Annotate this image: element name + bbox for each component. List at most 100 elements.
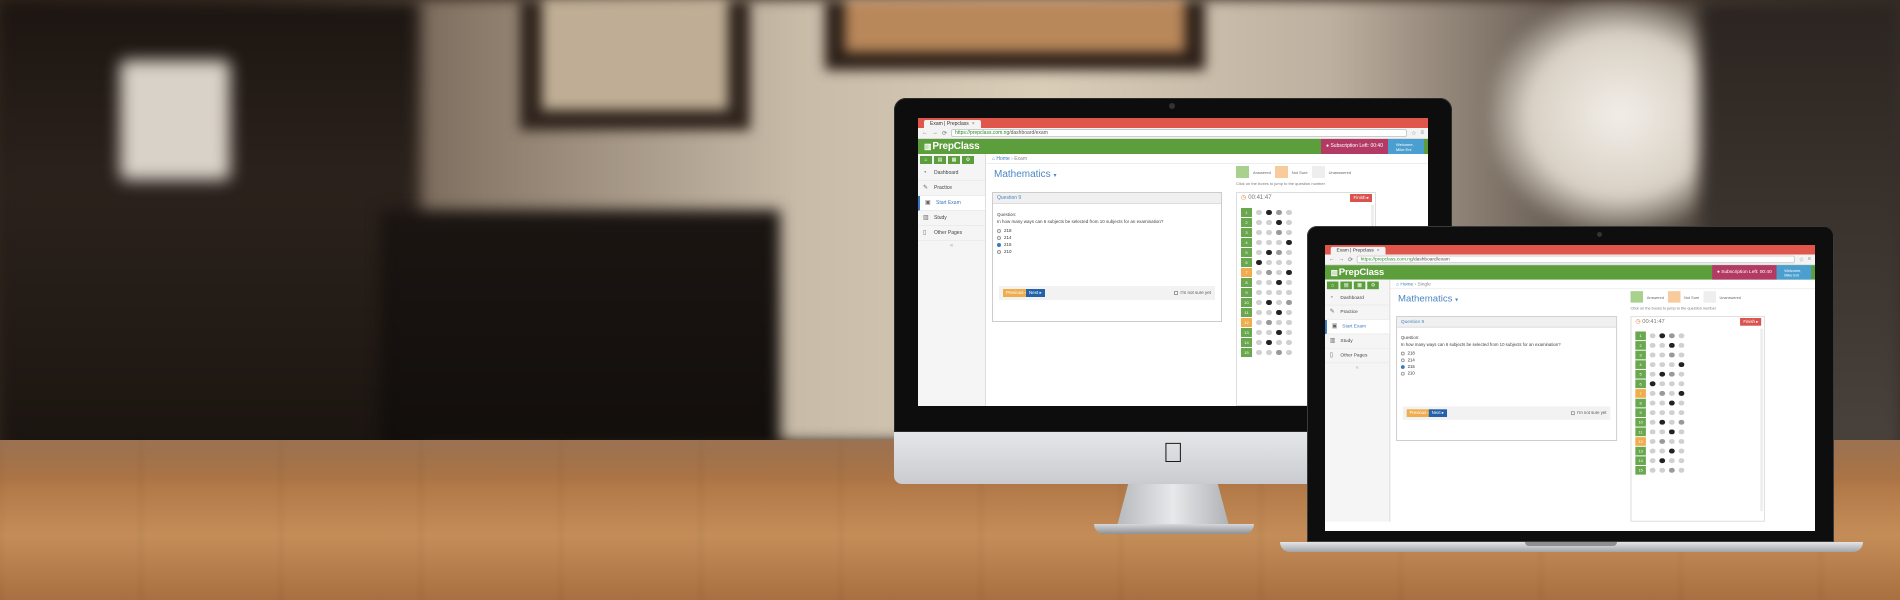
answer-choice-dot[interactable]: [1668, 448, 1675, 454]
answer-choice-dot[interactable]: [1659, 380, 1666, 386]
question-number-button[interactable]: 15: [1635, 465, 1646, 475]
answer-choice-dot[interactable]: [1649, 371, 1656, 377]
book-icon[interactable]: ▤: [934, 156, 946, 164]
answer-choice-dot[interactable]: [1649, 438, 1656, 444]
answer-choice-dot[interactable]: [1678, 438, 1685, 444]
radio-button[interactable]: [997, 249, 1001, 254]
answer-choice-dot[interactable]: [1678, 419, 1685, 425]
answer-choice-dot[interactable]: [1256, 209, 1262, 215]
answer-choice-dot[interactable]: [1678, 457, 1685, 463]
answer-choice-dot[interactable]: [1649, 361, 1656, 367]
answer-choice-dot[interactable]: [1678, 400, 1685, 405]
question-number-button[interactable]: 12: [1635, 436, 1646, 446]
back-icon[interactable]: ←: [1329, 257, 1335, 263]
answer-choice-dot[interactable]: [1649, 352, 1656, 357]
next-button[interactable]: Next ▸: [1428, 409, 1447, 417]
answer-choice-dot[interactable]: [1276, 219, 1282, 225]
answer-choice-dot[interactable]: [1276, 209, 1282, 215]
reload-icon[interactable]: ⟳: [942, 130, 947, 137]
answer-choice-dot[interactable]: [1668, 419, 1675, 425]
browser-tab[interactable]: Exam | Prepclass ×: [924, 120, 981, 128]
answer-choice-dot[interactable]: [1266, 269, 1272, 275]
answer-choice-dot[interactable]: [1659, 352, 1666, 357]
question-number-button[interactable]: 9: [1241, 287, 1252, 297]
url-field[interactable]: https://prepclass.com.ng/dashboard/exam: [951, 129, 1408, 137]
chart-icon[interactable]: ▦: [1353, 281, 1366, 290]
answer-choice-dot[interactable]: [1678, 352, 1685, 357]
question-number-button[interactable]: 10: [1635, 417, 1646, 427]
user-menu[interactable]: Welcome, Mike Eni: [1776, 265, 1812, 280]
answer-choice-dot[interactable]: [1668, 380, 1675, 386]
answer-choice-dot[interactable]: [1678, 409, 1685, 415]
answer-choice-dot[interactable]: [1659, 419, 1666, 425]
answer-choice-dot[interactable]: [1266, 289, 1272, 295]
finish-button[interactable]: Finish ▸: [1350, 194, 1372, 202]
question-number-button[interactable]: 14: [1635, 455, 1646, 465]
question-number-button[interactable]: 11: [1241, 307, 1252, 317]
answer-choice-dot[interactable]: [1668, 342, 1675, 348]
answer-option[interactable]: 214: [1397, 356, 1616, 363]
answer-choice-dot[interactable]: [1678, 428, 1685, 434]
radio-button[interactable]: [1400, 357, 1405, 362]
answer-choice-dot[interactable]: [1256, 249, 1262, 255]
answer-choice-dot[interactable]: [1659, 467, 1666, 473]
question-number-button[interactable]: 15: [1241, 347, 1252, 357]
sidebar-item-dashboard[interactable]: ◔ Dashboard: [1325, 291, 1390, 306]
answer-choice-dot[interactable]: [1668, 400, 1675, 405]
sidebar-item-other-pages[interactable]: ▯ Other Pages: [918, 226, 985, 241]
answer-choice-dot[interactable]: [1678, 371, 1685, 377]
question-number-button[interactable]: 11: [1635, 427, 1646, 436]
close-icon[interactable]: ×: [972, 120, 975, 128]
answer-choice-dot[interactable]: [1266, 259, 1272, 265]
radio-button[interactable]: [997, 242, 1001, 247]
answer-choice-dot[interactable]: [1649, 332, 1656, 338]
chart-icon[interactable]: ▦: [948, 156, 960, 164]
home-icon[interactable]: ⌂: [920, 156, 932, 164]
answer-choice-dot[interactable]: [1266, 309, 1272, 315]
browser-tab[interactable]: Exam | Prepclass ×: [1330, 246, 1386, 255]
gear-icon[interactable]: ⚙: [962, 156, 974, 164]
answer-choice-dot[interactable]: [1659, 400, 1666, 405]
sidebar-item-start-exam[interactable]: ▣ Start Exam: [918, 196, 985, 211]
answer-choice-dot[interactable]: [1678, 361, 1685, 367]
forward-icon[interactable]: →: [1338, 257, 1344, 263]
answer-option[interactable]: 218: [993, 227, 1221, 234]
answer-choice-dot[interactable]: [1266, 339, 1272, 345]
question-number-button[interactable]: 14: [1241, 337, 1252, 347]
question-number-button[interactable]: 6: [1241, 257, 1252, 267]
answer-choice-dot[interactable]: [1266, 239, 1272, 245]
answer-choice-dot[interactable]: [1256, 339, 1262, 345]
answer-option[interactable]: 218: [1397, 350, 1616, 357]
answer-choice-dot[interactable]: [1659, 409, 1666, 415]
answer-choice-dot[interactable]: [1266, 209, 1272, 215]
url-field[interactable]: https://prepclass.com.ng/dashboard/exam: [1356, 255, 1795, 264]
answer-choice-dot[interactable]: [1256, 219, 1262, 225]
answer-choice-dot[interactable]: [1659, 438, 1666, 444]
answer-option[interactable]: 210: [993, 248, 1221, 255]
scrollbar[interactable]: [1760, 328, 1764, 512]
answer-choice-dot[interactable]: [1649, 390, 1656, 396]
sidebar-item-study[interactable]: ▥ Study: [1325, 334, 1390, 349]
question-number-button[interactable]: 2: [1635, 340, 1646, 350]
star-icon[interactable]: ☆: [1411, 130, 1416, 137]
finish-button[interactable]: Finish ▸: [1740, 318, 1762, 326]
answer-choice-dot[interactable]: [1286, 219, 1292, 225]
answer-choice-dot[interactable]: [1266, 329, 1272, 335]
answer-choice-dot[interactable]: [1659, 342, 1666, 348]
question-number-button[interactable]: 12: [1241, 317, 1252, 327]
answer-choice-dot[interactable]: [1668, 361, 1675, 367]
answer-choice-dot[interactable]: [1266, 299, 1272, 305]
checkbox[interactable]: [1174, 291, 1179, 295]
forward-icon[interactable]: →: [932, 130, 938, 136]
question-number-button[interactable]: 7: [1635, 388, 1646, 398]
radio-button[interactable]: [997, 228, 1001, 233]
reload-icon[interactable]: ⟳: [1348, 256, 1353, 263]
answer-choice-dot[interactable]: [1286, 209, 1292, 215]
answer-option[interactable]: 214: [993, 234, 1221, 241]
question-number-button[interactable]: 9: [1635, 407, 1646, 417]
answer-choice-dot[interactable]: [1266, 249, 1272, 255]
close-icon[interactable]: ×: [1377, 247, 1380, 255]
answer-choice-dot[interactable]: [1256, 319, 1262, 325]
answer-choice-dot[interactable]: [1649, 400, 1656, 405]
sidebar-collapse-icon[interactable]: «: [918, 241, 985, 249]
